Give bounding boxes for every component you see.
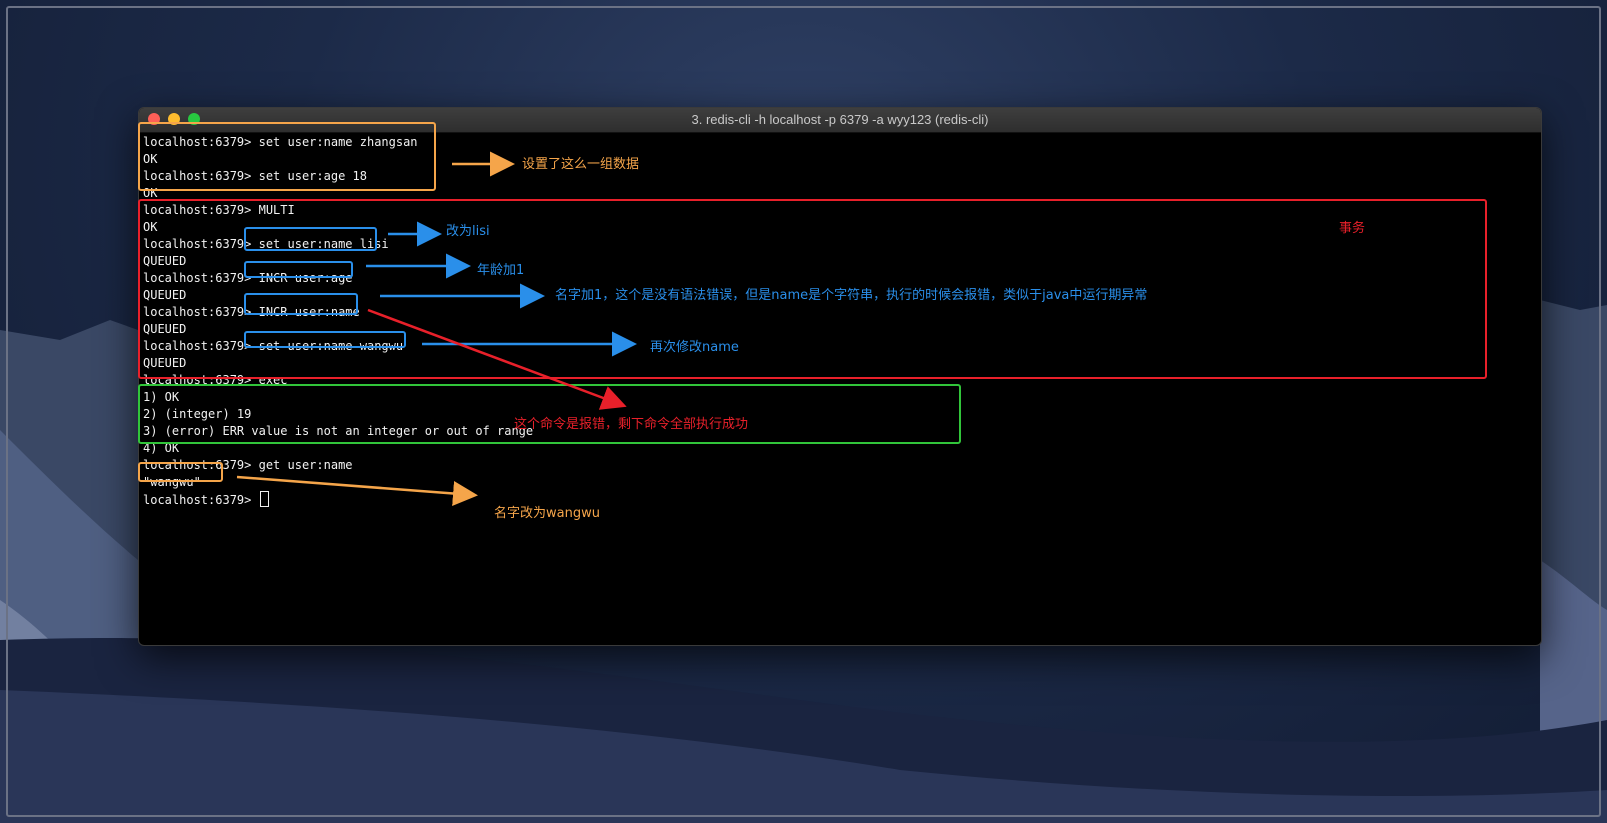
annotation-set-data: 设置了这么一组数据 — [522, 157, 640, 172]
annotation-to-lisi: 改为lisi — [446, 224, 490, 239]
annotation-transaction: 事务 — [1339, 221, 1366, 236]
annotation-age-plus-one: 年龄加1 — [477, 263, 525, 278]
incr-name-box — [244, 293, 358, 315]
text-cursor — [259, 491, 269, 507]
annotation-name-changed: 名字改为wangwu — [494, 506, 600, 521]
initial-set-box — [138, 122, 436, 191]
terminal-prompt-line[interactable]: localhost:6379> — [143, 491, 269, 508]
set-lisi-box — [244, 227, 377, 251]
incr-age-box — [244, 261, 353, 278]
get-result-box — [138, 462, 223, 482]
set-wangwu-box — [244, 331, 406, 348]
annotation-modify-again: 再次修改name — [650, 340, 739, 355]
annotation-error-note: 这个命令是报错，剩下命令全部执行成功 — [514, 417, 749, 432]
prompt-text: localhost:6379> — [143, 493, 259, 507]
annotation-name-plus-one: 名字加1，这个是没有语法错误，但是name是个字符串，执行的时候会报错，类似于j… — [555, 288, 1148, 303]
